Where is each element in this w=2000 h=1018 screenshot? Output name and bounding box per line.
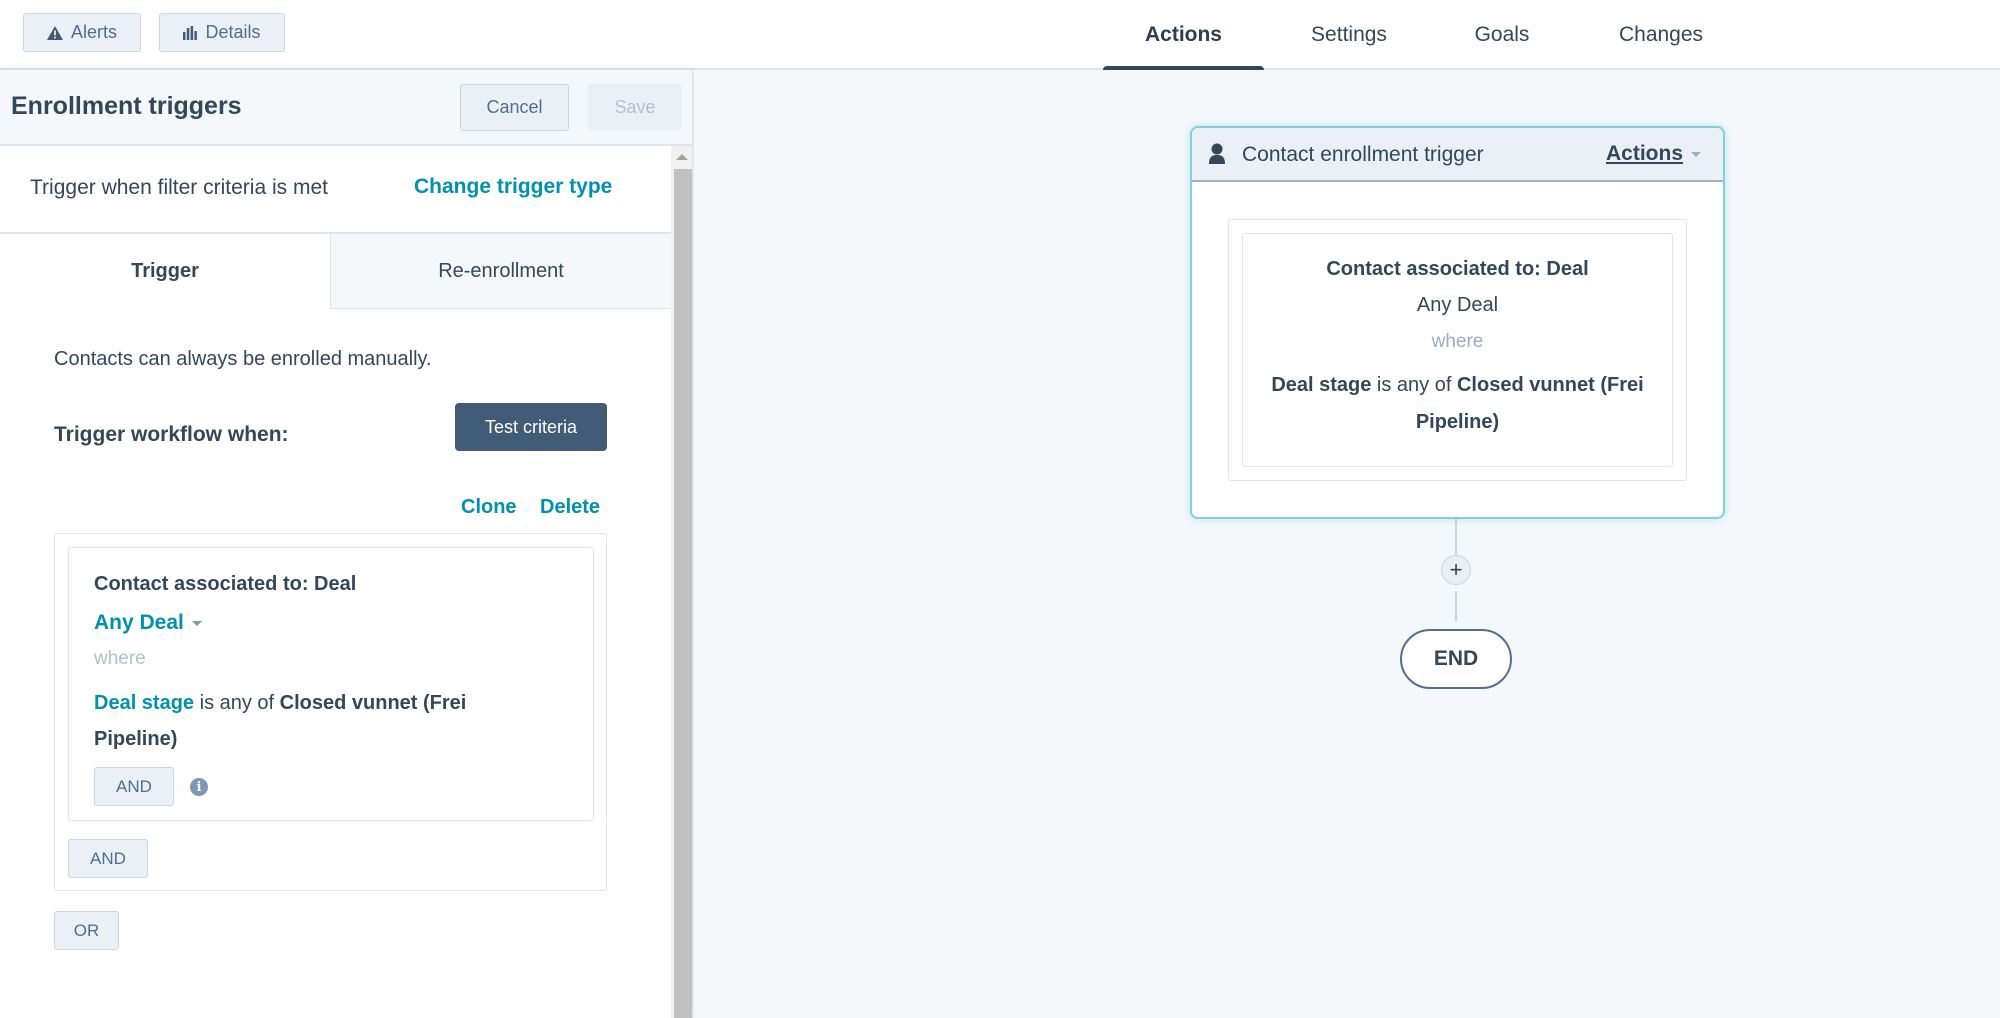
node-where-label: where xyxy=(1431,331,1484,352)
and-button-inner[interactable]: AND xyxy=(94,767,174,806)
panel-title: Enrollment triggers xyxy=(11,92,242,120)
node-actions-label: Actions xyxy=(1606,142,1684,165)
trigger-node-title: Contact enrollment trigger xyxy=(1242,143,1484,166)
bar-chart-icon xyxy=(183,25,198,40)
filter-condition: Deal stage is any of Closed vunnet (Frei… xyxy=(94,685,554,757)
change-trigger-type-link[interactable]: Change trigger type xyxy=(414,175,612,199)
save-button[interactable]: Save xyxy=(588,84,682,131)
person-icon xyxy=(1208,143,1226,170)
caret-down-icon xyxy=(191,620,202,626)
node-actions-dropdown[interactable]: Actions xyxy=(1606,142,1702,166)
details-label: Details xyxy=(205,22,261,42)
filter-group: Contact associated to: Deal Any Deal whe… xyxy=(54,533,607,891)
alerts-button[interactable]: Alerts xyxy=(23,13,141,52)
filter-title: Contact associated to: Deal xyxy=(94,573,357,595)
node-filter-object: Any Deal xyxy=(1416,294,1499,316)
connector-line xyxy=(1455,591,1457,621)
panel-scrollbar[interactable] xyxy=(671,146,692,1018)
any-deal-dropdown[interactable]: Any Deal xyxy=(94,611,202,635)
warning-triangle-icon xyxy=(46,25,63,40)
trigger-workflow-when-label: Trigger workflow when: xyxy=(54,423,289,446)
filter-card[interactable]: Contact associated to: Deal Any Deal whe… xyxy=(68,547,594,821)
delete-link[interactable]: Delete xyxy=(540,496,600,519)
details-button[interactable]: Details xyxy=(159,13,285,52)
and-button-outer[interactable]: AND xyxy=(68,839,148,878)
trigger-type-row: Trigger when filter criteria is met Chan… xyxy=(0,146,671,234)
node-filter-group: Contact associated to: Deal Any Deal whe… xyxy=(1228,219,1687,481)
alerts-label: Alerts xyxy=(70,22,117,42)
end-node: END xyxy=(1400,629,1512,689)
node-filter-title: Contact associated to: Deal xyxy=(1326,258,1589,280)
or-button[interactable]: OR xyxy=(54,911,119,950)
deal-stage-property-link[interactable]: Deal stage xyxy=(94,692,194,714)
plus-icon: + xyxy=(1449,557,1463,582)
workflow-canvas: Contact enrollment trigger Actions Conta… xyxy=(694,70,2000,1018)
node-filter-card: Contact associated to: Deal Any Deal whe… xyxy=(1242,233,1673,467)
main-tabs: Actions Settings Goals Changes xyxy=(1103,0,1752,74)
tab-settings[interactable]: Settings xyxy=(1264,0,1434,70)
test-criteria-button[interactable]: Test criteria xyxy=(455,403,607,451)
node-filter-condition: Deal stage is any of Closed vunnet (Frei… xyxy=(1263,367,1652,441)
node-property: Deal stage xyxy=(1271,374,1372,396)
tab-changes[interactable]: Changes xyxy=(1570,0,1752,70)
panel-content: Trigger when filter criteria is met Chan… xyxy=(0,146,671,1018)
subtab-trigger[interactable]: Trigger xyxy=(0,234,330,309)
caret-down-icon xyxy=(1691,151,1702,157)
top-bar: Alerts Details Actions Settings Goals Ch… xyxy=(0,0,2000,74)
trigger-node-header: Contact enrollment trigger Actions xyxy=(1192,128,1723,182)
scrollbar-thumb[interactable] xyxy=(674,169,692,1018)
where-label: where xyxy=(94,648,146,669)
subtab-re-enrollment[interactable]: Re-enrollment xyxy=(330,234,671,309)
any-deal-label: Any Deal xyxy=(94,611,184,634)
tab-goals[interactable]: Goals xyxy=(1434,0,1570,70)
contact-enrollment-trigger-node[interactable]: Contact enrollment trigger Actions Conta… xyxy=(1190,126,1725,519)
trigger-type-text: Trigger when filter criteria is met xyxy=(30,176,328,199)
info-icon[interactable]: i xyxy=(190,778,208,796)
operator-text: is any of xyxy=(194,692,280,714)
panel-header: Enrollment triggers Cancel Save xyxy=(0,70,692,146)
add-action-button[interactable]: + xyxy=(1441,555,1471,585)
clone-link[interactable]: Clone xyxy=(461,496,517,519)
manual-enroll-note: Contacts can always be enrolled manually… xyxy=(54,348,432,370)
tab-actions[interactable]: Actions xyxy=(1103,0,1264,74)
node-operator: is any of xyxy=(1371,374,1457,396)
enrollment-triggers-panel: Enrollment triggers Cancel Save Trigger … xyxy=(0,70,693,1018)
cancel-button[interactable]: Cancel xyxy=(460,84,569,131)
scroll-up-arrow-icon[interactable] xyxy=(671,146,692,168)
